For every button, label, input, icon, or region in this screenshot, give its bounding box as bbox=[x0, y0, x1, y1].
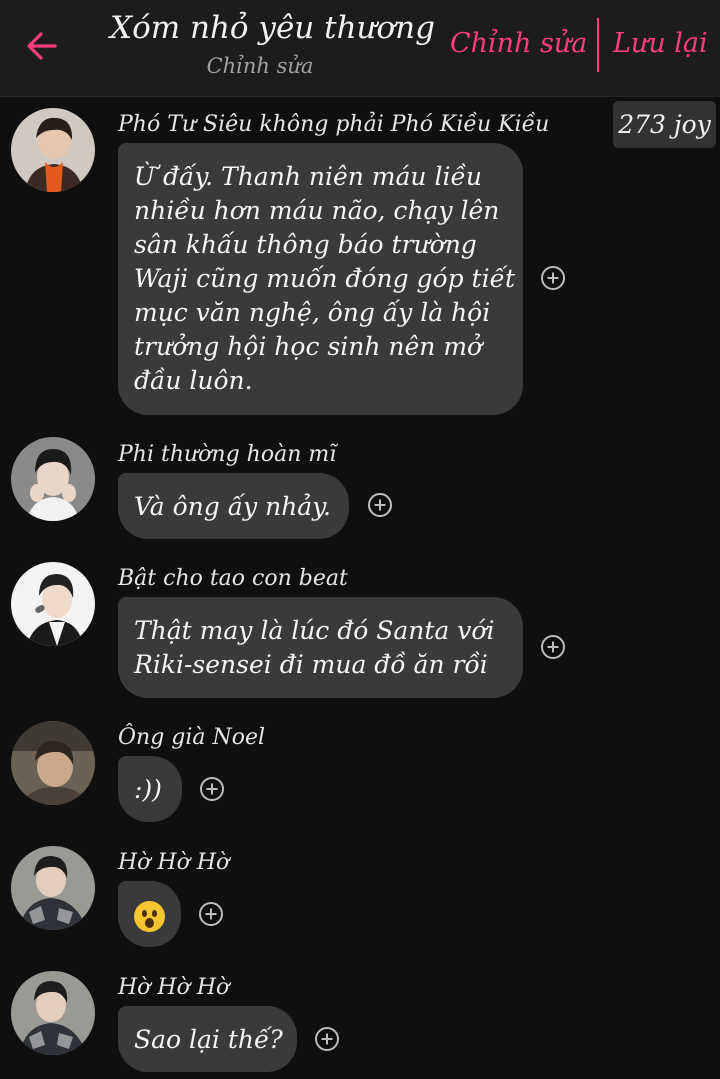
message-text: Và ông ấy nhảy. bbox=[134, 492, 331, 521]
plus-circle-icon[interactable] bbox=[198, 901, 224, 927]
top-bar: Xóm nhỏ yêu thương Chỉnh sửa Chỉnh sửa L… bbox=[0, 0, 720, 97]
message-bubble[interactable]: Ừ đấy. Thanh niên máu liều nhiều hơn máu… bbox=[118, 143, 523, 415]
plus-circle-icon[interactable] bbox=[314, 1026, 340, 1052]
edit-button[interactable]: Chỉnh sửa bbox=[450, 28, 587, 59]
message-bubble[interactable]: Sao lại thế? bbox=[118, 1006, 297, 1072]
message-bubble[interactable]: Và ông ấy nhảy. bbox=[118, 473, 349, 539]
avatar[interactable] bbox=[11, 846, 95, 930]
plus-circle-icon[interactable] bbox=[367, 492, 393, 518]
hushed-face-emoji bbox=[134, 901, 165, 932]
chat-title: Xóm nhỏ yêu thương bbox=[110, 10, 435, 46]
message-text: :)) bbox=[134, 775, 162, 804]
sender-name: Bật cho tao con beat bbox=[118, 566, 348, 591]
message-text: đầu luôn. bbox=[134, 366, 253, 395]
message-text: Thật may là lúc đó Santa với bbox=[134, 616, 495, 645]
sender-name: Phó Tư Siêu không phải Phó Kiều Kiều bbox=[118, 112, 550, 137]
message-text: sân khấu thông báo trường bbox=[134, 230, 477, 259]
avatar[interactable] bbox=[11, 437, 95, 521]
avatar[interactable] bbox=[11, 971, 95, 1055]
header-divider bbox=[597, 18, 599, 72]
avatar[interactable] bbox=[11, 562, 95, 646]
message-text: Riki-sensei đi mua đồ ăn rồi bbox=[134, 650, 488, 679]
sender-name: Hờ Hờ Hờ bbox=[118, 850, 230, 875]
arrow-left-icon bbox=[27, 32, 57, 60]
back-button[interactable] bbox=[20, 24, 64, 68]
message-text: nhiều hơn máu não, chạy lên bbox=[134, 196, 500, 225]
message-text: mục văn nghệ, ông ấy là hội bbox=[134, 298, 491, 327]
message-bubble[interactable] bbox=[118, 881, 181, 947]
message-text: Sao lại thế? bbox=[134, 1025, 283, 1054]
message-text: trưởng hội học sinh nên mở bbox=[134, 332, 483, 361]
save-button[interactable]: Lưu lại bbox=[613, 28, 708, 59]
message-text: Waji cũng muốn đóng góp tiết bbox=[134, 264, 516, 293]
sender-name: Ông già Noel bbox=[118, 725, 266, 750]
plus-circle-icon[interactable] bbox=[199, 776, 225, 802]
sender-name: Hờ Hờ Hờ bbox=[118, 975, 230, 1000]
joy-badge: 273 joy bbox=[613, 101, 716, 148]
avatar[interactable] bbox=[11, 108, 95, 192]
message-bubble[interactable]: Thật may là lúc đó Santa với Riki-sensei… bbox=[118, 597, 523, 698]
plus-circle-icon[interactable] bbox=[540, 634, 566, 660]
sender-name: Phi thường hoàn mĩ bbox=[118, 442, 337, 467]
chat-subtitle: Chỉnh sửa bbox=[206, 54, 314, 78]
message-text: Ừ đấy. Thanh niên máu liều bbox=[134, 162, 482, 191]
plus-circle-icon[interactable] bbox=[540, 265, 566, 291]
message-bubble[interactable]: :)) bbox=[118, 756, 182, 822]
avatar[interactable] bbox=[11, 721, 95, 805]
